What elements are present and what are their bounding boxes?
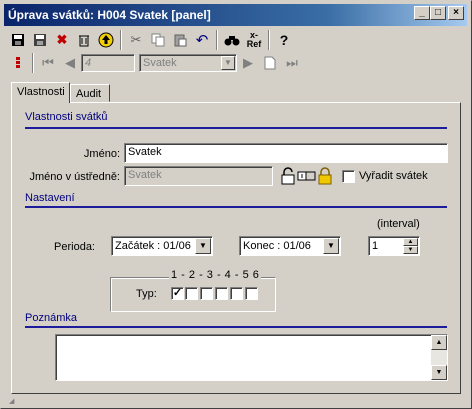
lock-icon[interactable] [318,167,332,188]
exclude-holiday-label: Vyřadit svátek [359,170,428,182]
new-record-icon[interactable] [259,52,281,74]
chevron-down-icon[interactable]: ▼ [323,238,339,254]
find-icon[interactable] [221,29,243,51]
period-start-select[interactable]: Začátek : 01/06 ▼ [111,236,213,256]
type-checkbox-4[interactable] [215,287,228,300]
section-note-title: Poznámka [25,312,77,324]
resize-grip-icon[interactable]: ◢ [9,397,14,405]
type-checkbox-6[interactable] [245,287,258,300]
maximize-button[interactable]: □ [430,6,446,20]
interval-label: (interval) [377,218,420,230]
record-select-value: Svatek [143,57,177,69]
refresh-icon[interactable]: x- Ref [243,29,265,51]
last-record-icon[interactable]: ⏭ [281,52,303,74]
cut-icon[interactable]: ✂ [125,29,147,51]
section-divider [25,127,447,129]
type-checkbox-1[interactable]: ✓ [171,287,184,300]
period-end-select[interactable]: Konec : 01/06 ▼ [239,236,341,256]
link-icon[interactable] [297,169,317,186]
section-settings-title: Nastavení [25,192,75,204]
list-icon[interactable] [7,52,29,74]
save-icon[interactable] [7,29,29,51]
scroll-up-icon[interactable]: ▲ [431,335,447,350]
spin-down-icon[interactable]: ▼ [403,246,418,254]
undo-icon[interactable]: ↶ [191,29,213,51]
navigator-toolbar: ⏮ ◀ 4 Svatek ▼ ▶ ⏭ [7,51,303,75]
note-textarea[interactable]: ▲ ▼ [55,334,448,381]
close-button[interactable]: × [448,6,464,20]
type-checkbox-2[interactable] [185,287,198,300]
prev-record-icon[interactable]: ◀ [59,52,81,74]
exclude-holiday-checkbox[interactable] [342,170,355,183]
first-record-icon[interactable]: ⏮ [37,52,59,74]
up-icon[interactable] [95,29,117,51]
tab-vlastnosti-label: Vlastnosti [17,86,65,98]
type-checkbox-5[interactable] [230,287,243,300]
paste-icon[interactable] [169,29,191,51]
type-day-numbers: 1 - 2 - 3 - 4 - 5 6 [169,269,262,281]
next-record-icon[interactable]: ▶ [237,52,259,74]
toolbar-separator [268,30,270,50]
period-start-value: Začátek : 01/06 [115,240,191,252]
section-properties-title: Vlastnosti svátků [25,111,108,123]
unlock-icon[interactable] [281,167,295,188]
note-scrollbar[interactable]: ▲ ▼ [431,335,447,380]
window-title: Úprava svátků: H004 Svatek [panel] [8,8,211,22]
delete-icon[interactable]: ✖ [51,29,73,51]
toolbar-separator [32,53,34,73]
central-name-field[interactable]: Svatek [124,166,273,186]
save-as-icon[interactable] [29,29,51,51]
title-bar[interactable]: Úprava svátků: H004 Svatek [panel] [4,4,467,26]
type-label: Typ: [136,288,157,300]
chevron-down-icon[interactable]: ▼ [195,238,211,254]
interval-spinner[interactable]: 1 ▲ ▼ [368,236,420,256]
toolbar-separator [120,30,122,50]
scroll-down-icon[interactable]: ▼ [431,365,447,380]
copy-icon[interactable] [147,29,169,51]
help-icon[interactable]: ? [273,29,295,51]
dialog-window: Úprava svátků: H004 Svatek [panel] _ □ ×… [0,0,472,409]
section-divider [25,326,447,328]
section-divider [25,206,447,208]
name-label: Jméno: [83,148,120,160]
period-end-value: Konec : 01/06 [243,240,311,252]
period-label: Perioda: [54,241,95,253]
minimize-button[interactable]: _ [414,6,430,20]
tab-audit-label: Audit [76,88,102,100]
type-checkbox-3[interactable] [200,287,213,300]
tab-audit[interactable]: Audit [70,84,110,102]
record-select[interactable]: Svatek ▼ [139,54,237,72]
trash-icon[interactable] [73,29,95,51]
name-field[interactable]: Svatek [124,143,448,163]
interval-value: 1 [372,240,379,252]
spin-up-icon[interactable]: ▲ [403,238,418,246]
record-number-field[interactable]: 4 [81,54,135,72]
main-toolbar: ✖ ✂ ↶ x- Ref ? [7,28,295,52]
toolbar-separator [216,30,218,50]
central-name-label: Jméno v ústředně: [29,171,121,183]
chevron-down-icon[interactable]: ▼ [221,56,235,70]
tab-vlastnosti[interactable]: Vlastnosti [11,82,70,103]
